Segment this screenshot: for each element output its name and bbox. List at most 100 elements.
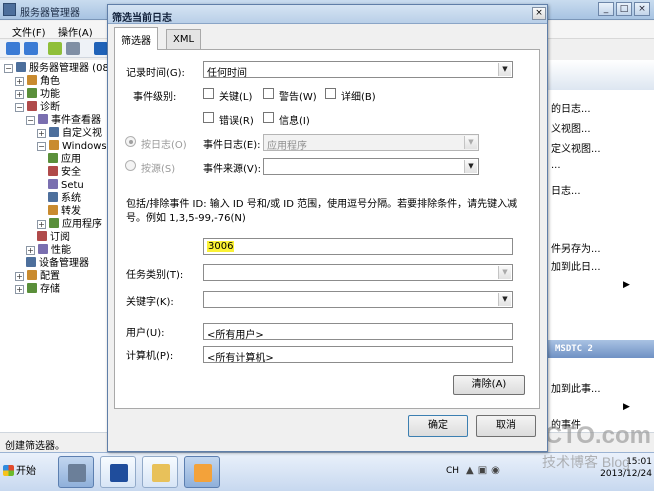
tree-item[interactable]: − 服务器管理器 (08S (4, 62, 107, 75)
logged-dropdown[interactable]: 任何时间 ▼ (203, 61, 513, 79)
tree-item[interactable]: 设备管理器 (26, 257, 89, 270)
chevron-down-icon: ▼ (498, 266, 511, 279)
tree-item[interactable]: + 功能 (15, 88, 60, 101)
expand-icon[interactable]: + (37, 220, 46, 229)
tab-filter[interactable]: 筛选器 (114, 27, 158, 50)
verbose-checkbox[interactable] (325, 88, 336, 99)
show-tree-icon[interactable] (66, 42, 80, 55)
action-item[interactable]: ... (551, 160, 561, 171)
collapse-icon[interactable]: − (15, 103, 24, 112)
tree-item-label: 安全 (61, 167, 81, 178)
minimize-button[interactable]: _ (598, 2, 614, 16)
maximize-button[interactable]: □ (616, 2, 632, 16)
keywords-dropdown[interactable]: ▼ (203, 291, 513, 308)
up-folder-icon[interactable] (48, 42, 62, 55)
tree-item[interactable]: + 配置 (15, 270, 60, 283)
collapse-icon[interactable]: − (26, 116, 35, 125)
verbose-label: 详细(B) (341, 92, 376, 103)
tree-item-label: 应用程序 (62, 219, 102, 230)
action-item[interactable]: 定义视图... (551, 140, 601, 155)
dialog-close-button[interactable]: × (532, 7, 546, 20)
expand-icon[interactable]: + (15, 77, 24, 86)
user-label: 用户(U): (126, 328, 165, 339)
tree-item[interactable]: − Windows (37, 140, 107, 153)
tree-node-icon (27, 283, 37, 293)
tree-item[interactable]: Setu (48, 179, 84, 192)
tree-item[interactable]: 安全 (48, 166, 81, 179)
tree-item-label: 事件查看器 (51, 115, 101, 126)
action-item[interactable]: 的日志... (551, 100, 591, 115)
tree-node-icon (27, 88, 37, 98)
tree-item[interactable]: 转发 (48, 205, 81, 218)
tree-item[interactable]: + 应用程序 (37, 218, 102, 231)
menu-file[interactable]: 文件(F) (12, 24, 46, 39)
tree-item[interactable]: 订阅 (37, 231, 70, 244)
keywords-label: 关键字(K): (126, 297, 174, 308)
actions-pane: 的日志... 义视图... 定义视图... ... 日志... 件另存为... … (546, 60, 654, 432)
actions-header-top (547, 60, 654, 90)
event-sources-label: 事件来源(V): (203, 164, 262, 175)
expand-icon[interactable]: + (15, 90, 24, 99)
action-item[interactable]: 的事件 (551, 416, 581, 431)
event-logs-dropdown[interactable]: 应用程序 ▼ (263, 134, 479, 152)
critical-checkbox[interactable] (203, 88, 214, 99)
window-title: 服务器管理器 (20, 8, 80, 19)
clear-button[interactable]: 清除(A) (453, 375, 525, 395)
action-item[interactable]: 加到此事... (551, 380, 601, 395)
logged-value: 任何时间 (207, 68, 247, 79)
action-item[interactable]: 义视图... (551, 120, 591, 135)
tab-xml[interactable]: XML (166, 29, 202, 49)
help-icon[interactable] (94, 42, 108, 55)
close-window-button[interactable]: × (634, 2, 650, 16)
taskbar-explorer[interactable] (142, 456, 178, 488)
tree-node-icon (48, 179, 58, 189)
collapse-icon[interactable]: − (4, 64, 13, 73)
taskbar-event-viewer[interactable] (184, 456, 220, 488)
event-viewer-icon (194, 464, 212, 482)
clock[interactable]: 15:01 2013/12/24 (596, 456, 652, 480)
task-category-dropdown[interactable]: ▼ (203, 264, 513, 281)
user-input[interactable]: <所有用户> (203, 323, 513, 341)
action-item[interactable]: 加到此日... (551, 258, 601, 273)
forward-arrow-icon[interactable] (24, 42, 38, 55)
tree-item[interactable]: + 角色 (15, 75, 60, 88)
filter-current-log-dialog: 筛选当前日志 × 筛选器 XML 记录时间(G): 任何时间 ▼ 事件级别: 关… (107, 4, 548, 452)
tree-item[interactable]: + 存储 (15, 283, 60, 296)
information-checkbox[interactable] (263, 112, 274, 123)
cancel-button[interactable]: 取消 (476, 415, 536, 437)
ok-button[interactable]: 确定 (408, 415, 468, 437)
computer-input[interactable]: <所有计算机> (203, 346, 513, 364)
warning-checkbox[interactable] (263, 88, 274, 99)
tree-item[interactable]: + 自定义视 (37, 127, 102, 140)
back-arrow-icon[interactable] (6, 42, 20, 55)
error-checkbox[interactable] (203, 112, 214, 123)
tree-item[interactable]: − 事件查看器 (26, 114, 101, 127)
expand-icon[interactable]: + (15, 285, 24, 294)
collapse-icon[interactable]: − (37, 142, 46, 151)
start-button[interactable]: 开始 (3, 461, 43, 483)
language-indicator[interactable]: CH (446, 466, 459, 476)
by-log-radio[interactable] (125, 136, 136, 147)
action-item[interactable]: 件另存为... (551, 240, 601, 255)
by-source-radio[interactable] (125, 160, 136, 171)
tree-node-icon (27, 75, 37, 85)
tree-item[interactable]: 系统 (48, 192, 81, 205)
taskbar-server-manager[interactable] (58, 456, 94, 488)
menu-action[interactable]: 操作(A) (58, 24, 93, 39)
expand-icon[interactable]: + (26, 246, 35, 255)
information-label: 信息(I) (279, 116, 310, 127)
powershell-icon (110, 464, 128, 482)
event-sources-dropdown[interactable]: ▼ (263, 158, 479, 175)
expand-icon[interactable]: + (15, 272, 24, 281)
status-text: 创建筛选器。 (5, 441, 65, 452)
expand-icon[interactable]: + (37, 129, 46, 138)
tray-icons[interactable]: ▲▣◉ (466, 465, 504, 476)
tree-item[interactable]: + 性能 (26, 244, 71, 257)
event-ids-input[interactable]: 3006 (203, 238, 513, 255)
submenu-arrow-icon: ▶ (623, 280, 630, 290)
tree-item[interactable]: − 诊断 (15, 101, 60, 114)
taskbar-powershell[interactable] (100, 456, 136, 488)
tree-item[interactable]: 应用 (48, 153, 81, 166)
warning-label: 警告(W) (279, 92, 317, 103)
action-item[interactable]: 日志... (551, 182, 581, 197)
